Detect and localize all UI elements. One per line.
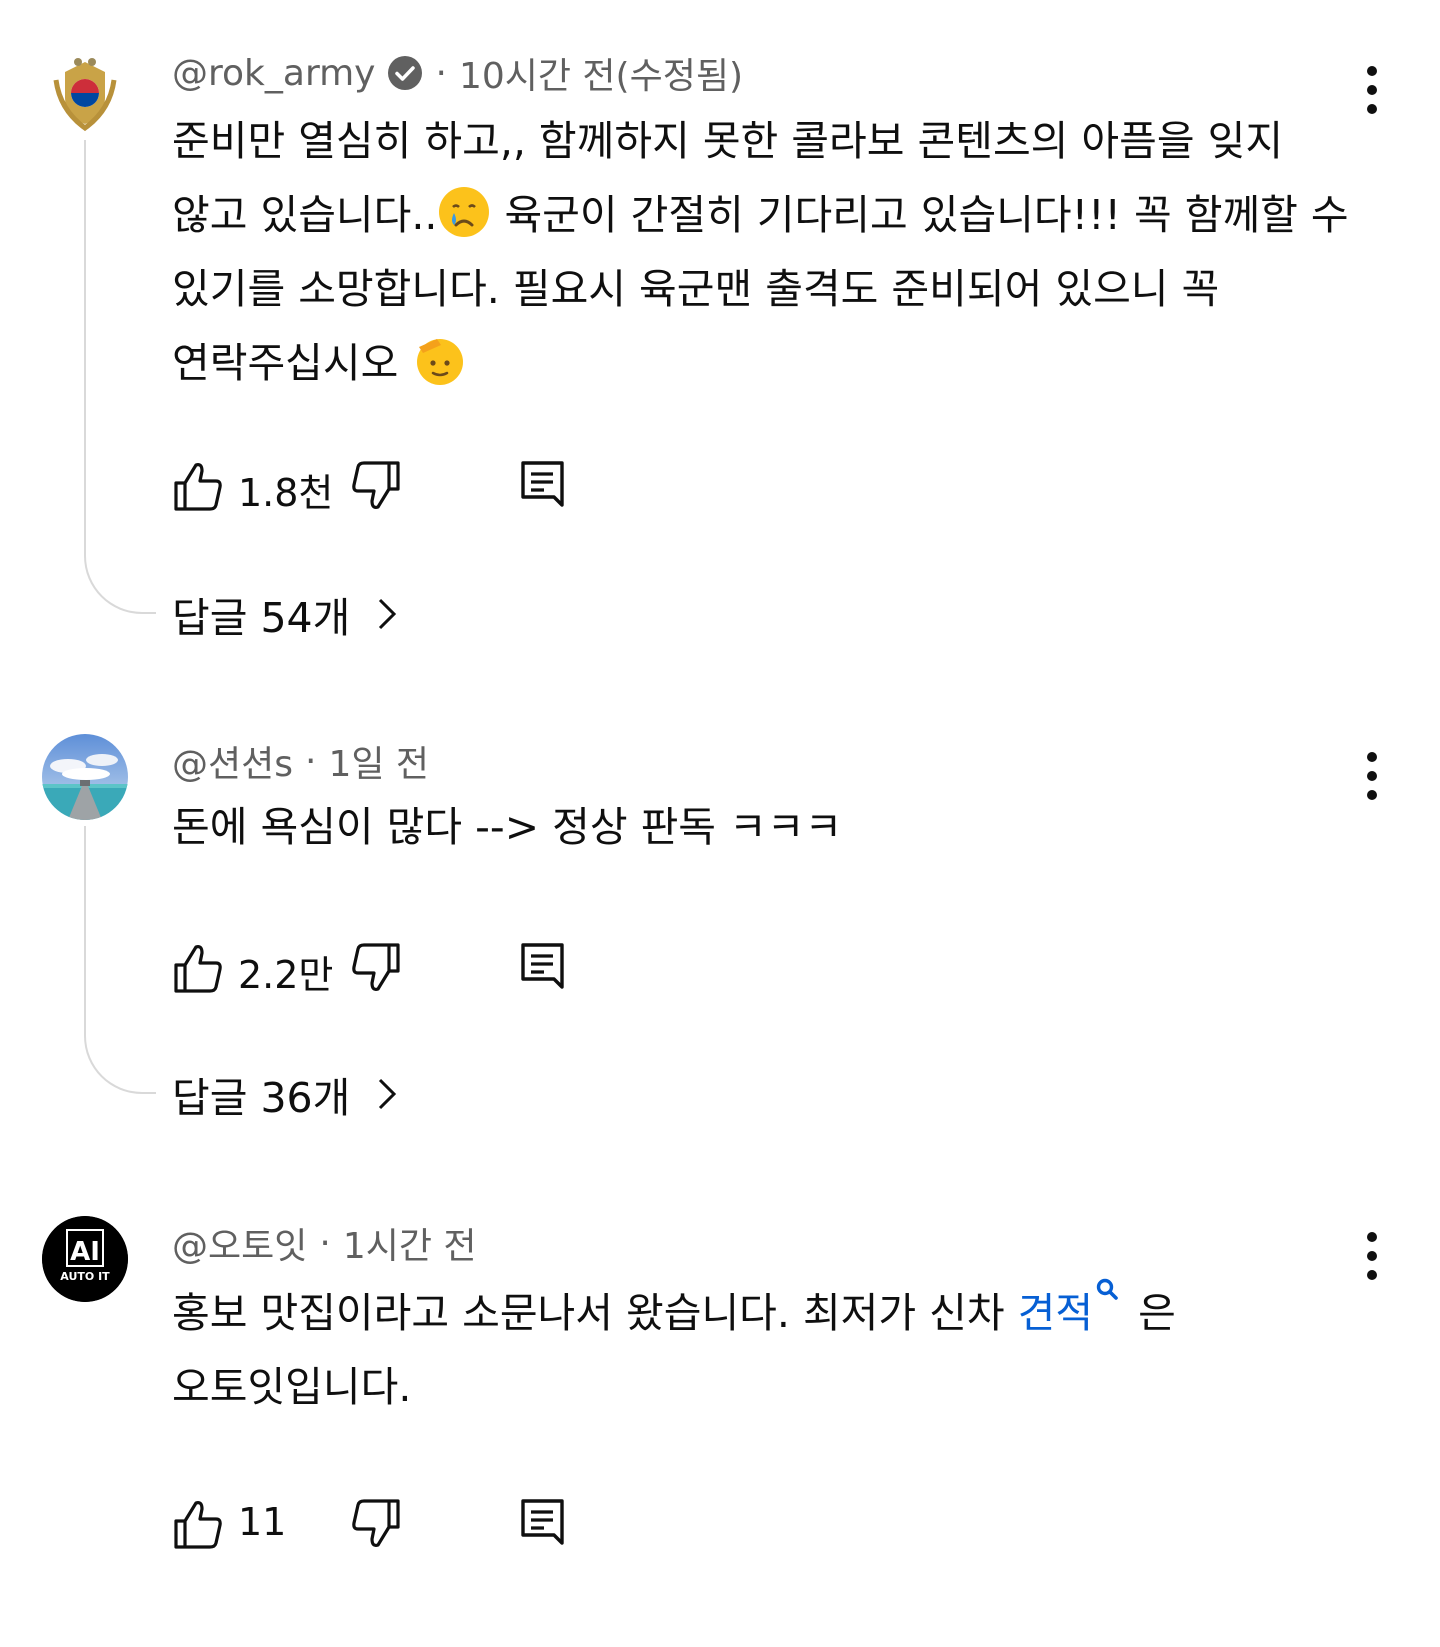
avatar[interactable] — [42, 734, 128, 820]
comment-meta: @오토잇 · 1시간 전 — [172, 1218, 477, 1268]
reply-icon — [521, 1499, 564, 1545]
comment-meta: @션션s · 1일 전 — [172, 736, 429, 786]
more-vert-icon[interactable] — [1358, 752, 1386, 800]
rok-army-emblem-icon — [42, 50, 128, 136]
view-replies-button[interactable]: 답글 54개 — [172, 586, 400, 642]
comment-time[interactable]: 10시간 전(수정됨) — [459, 47, 743, 99]
comment-actions: 2.2만 — [172, 938, 612, 998]
more-vert-icon[interactable] — [1358, 66, 1386, 114]
comment-line: 준비만 열심히 하고,, 함께하지 못한 콜라보 콘텐츠의 아픔을 잊지 — [172, 117, 1284, 165]
saluting-face-emoji-icon — [417, 339, 464, 385]
view-replies-button[interactable]: 답글 36개 — [172, 1066, 400, 1122]
reply-button[interactable] — [518, 456, 570, 516]
comment-actions: 1.8천 — [172, 456, 612, 516]
author-name[interactable]: @rok_army — [172, 53, 375, 94]
comment-text: 돈에 욕심이 많다 --> 정상 판독 ㅋㅋㅋ — [172, 790, 1352, 864]
meta-separator: · — [319, 1222, 331, 1264]
comment-line-part: 은 — [1125, 1289, 1176, 1337]
chevron-right-icon — [379, 1078, 397, 1110]
verified-check-icon — [388, 56, 423, 90]
comment-line: 연락주십시오 — [172, 326, 1352, 400]
autoit-logo-icon: AI AUTO IT — [42, 1216, 128, 1302]
like-count: 11 — [238, 1500, 287, 1544]
dislike-icon — [352, 943, 400, 991]
reply-icon — [521, 943, 564, 989]
avatar[interactable] — [42, 50, 128, 136]
comment-line-part: 육군이 간절히 기다리고 있습니다!!! 꼭 함께할 수 — [491, 191, 1349, 239]
comment-line-part: 연락주십시오 — [172, 339, 399, 387]
beach-pier-photo-icon — [42, 734, 128, 820]
replies-count: 답글 54개 — [172, 594, 351, 642]
meta-separator: · — [305, 740, 317, 782]
comment-time[interactable]: 1일 전 — [328, 735, 429, 787]
dislike-button[interactable] — [350, 938, 402, 998]
chevron-right-icon — [379, 598, 397, 630]
search-icon[interactable] — [1095, 1277, 1119, 1305]
comment-line: 홍보 맛집이라고 소문나서 왔습니다. 최저가 신차 견적 은 — [172, 1276, 1352, 1350]
comment-line: 돈에 욕심이 많다 --> 정상 판독 ㅋㅋㅋ — [172, 803, 843, 851]
author-name[interactable]: @오토잇 — [172, 1217, 307, 1269]
reply-icon — [521, 461, 564, 507]
comment-time[interactable]: 1시간 전 — [343, 1217, 477, 1269]
like-icon — [174, 1501, 222, 1549]
meta-separator: · — [435, 52, 447, 94]
like-button[interactable]: 1.8천 — [172, 456, 333, 516]
like-count: 2.2만 — [238, 953, 334, 997]
comment-text: 준비만 열심히 하고,, 함께하지 못한 콜라보 콘텐츠의 아픔을 잊지 않고 … — [172, 104, 1352, 400]
dislike-icon — [352, 1499, 400, 1547]
crying-face-emoji-icon — [439, 187, 490, 237]
comment-line: 오토잇입니다. — [172, 1363, 412, 1411]
comment-meta: @rok_army · 10시간 전(수정됨) — [172, 48, 743, 98]
comment-line: 않고 있습니다.. 육군이 간절히 기다리고 있습니다!!! 꼭 함께할 수 — [172, 178, 1352, 252]
reply-button[interactable] — [518, 1494, 570, 1554]
like-button[interactable]: 2.2만 — [172, 938, 333, 998]
dislike-icon — [352, 461, 400, 509]
thread-line — [84, 140, 156, 614]
thread-line — [84, 826, 156, 1094]
author-name[interactable]: @션션s — [172, 735, 293, 787]
replies-count: 답글 36개 — [172, 1074, 351, 1122]
reply-button[interactable] — [518, 938, 570, 998]
autoit-logo-mark: AI — [70, 1237, 100, 1267]
comment-line-part: 않고 있습니다.. — [172, 191, 438, 239]
like-count: 1.8천 — [238, 471, 334, 515]
more-vert-icon[interactable] — [1358, 1232, 1386, 1280]
dislike-button[interactable] — [350, 456, 402, 516]
avatar[interactable]: AI AUTO IT — [42, 1216, 128, 1302]
search-link[interactable]: 견적 — [1018, 1289, 1093, 1337]
comment-actions: 11 — [172, 1494, 612, 1554]
comment-line: 있기를 소망합니다. 필요시 육군맨 출격도 준비되어 있으니 꼭 — [172, 265, 1220, 313]
like-button[interactable]: 11 — [172, 1494, 286, 1554]
like-icon — [174, 463, 222, 511]
comment-text: 홍보 맛집이라고 소문나서 왔습니다. 최저가 신차 견적 은 오토잇입니다. — [172, 1276, 1352, 1424]
comment-line-part: 홍보 맛집이라고 소문나서 왔습니다. 최저가 신차 — [172, 1289, 1018, 1337]
autoit-logo-caption: AUTO IT — [60, 1270, 110, 1283]
like-icon — [174, 945, 222, 993]
dislike-button[interactable] — [350, 1494, 402, 1554]
